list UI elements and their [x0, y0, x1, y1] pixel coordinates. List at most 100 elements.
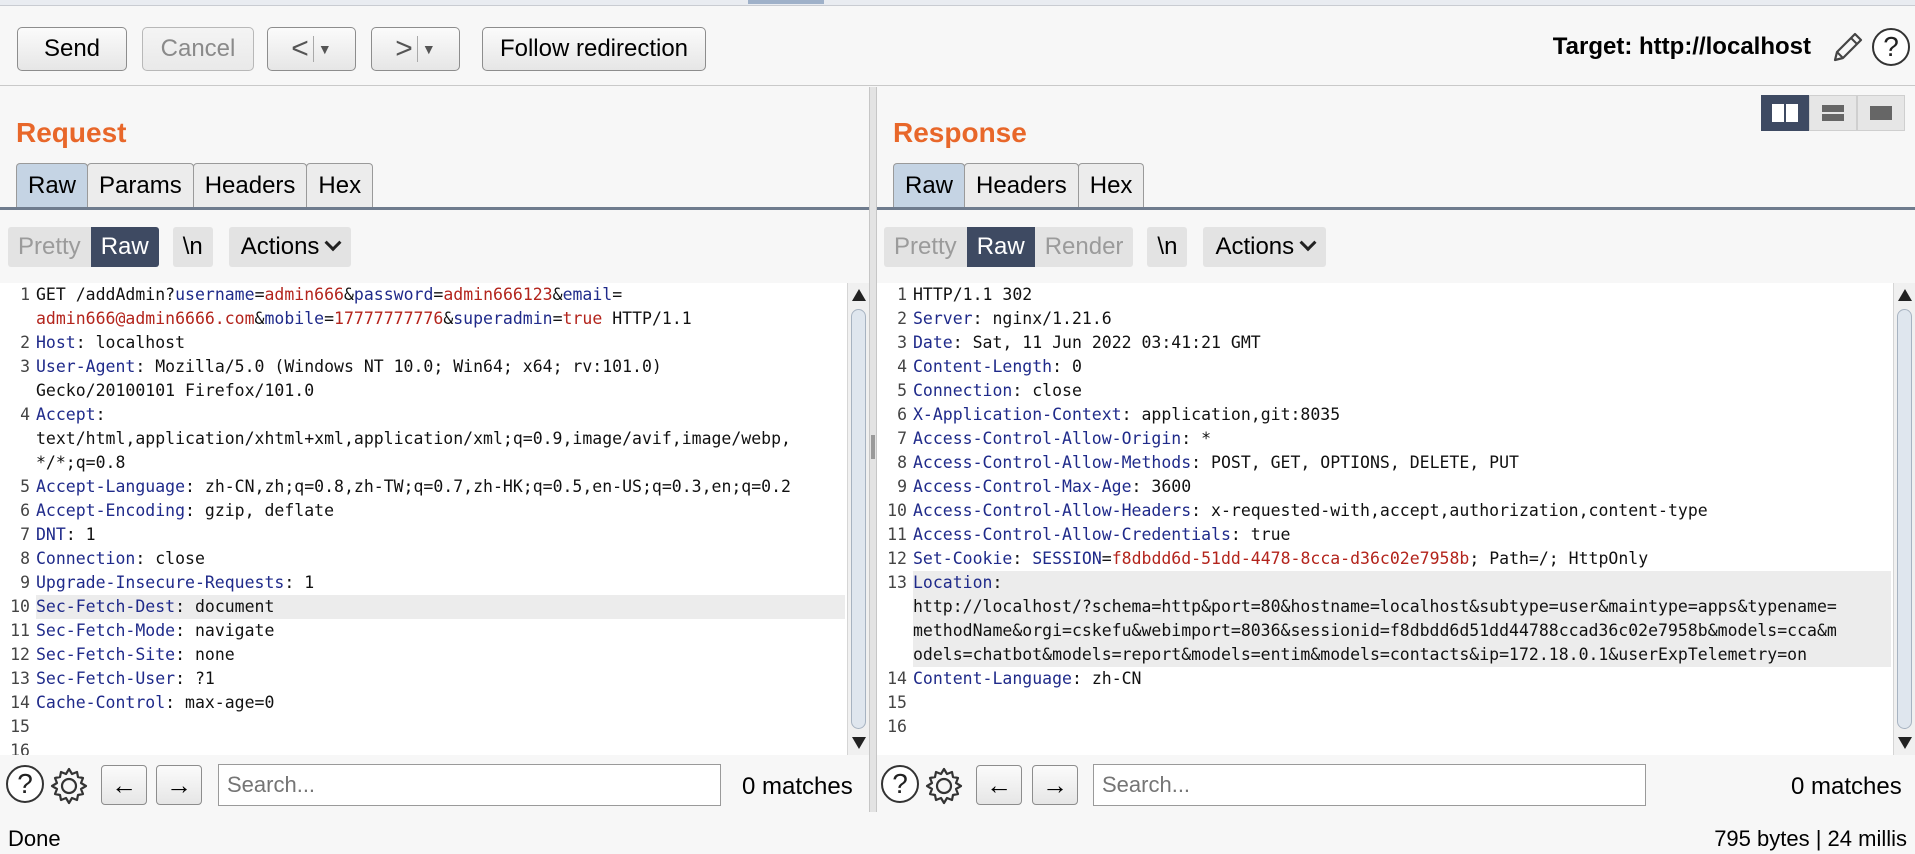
code-line: 14 Content-Language: zh-CN: [887, 669, 1142, 688]
code-line: 10 Access-Control-Allow-Headers: x-reques…: [887, 501, 1708, 520]
layout-side-by-side-button[interactable]: [1761, 95, 1809, 131]
response-title: Response: [893, 117, 1027, 148]
repeater-toolbar: Send Cancel < ▼ > ▼ Follow redirection T…: [0, 6, 1915, 86]
response-tab-hex[interactable]: Hex: [1077, 163, 1145, 207]
request-view-bar: Pretty Raw \n Actions: [8, 227, 352, 267]
request-search-bar: ? ← → 0 matches: [0, 761, 869, 809]
arrow-left-icon: ←: [986, 769, 1012, 800]
request-actions-menu[interactable]: Actions: [228, 227, 352, 267]
code-line: 11 Sec-Fetch-Mode: navigate: [10, 621, 275, 640]
tab-underline: [877, 207, 1915, 210]
edit-target-pencil-icon[interactable]: [1829, 30, 1865, 66]
response-match-count: 0 matches: [1791, 773, 1902, 800]
request-pretty-toggle[interactable]: Pretty: [8, 227, 91, 267]
target-label: Target: http://localhost: [1552, 33, 1811, 60]
response-lines: 1 HTTP/1.1 302 2 Server: nginx/1.21.6 3 Dat…: [877, 283, 1891, 755]
code-line: 6 X-Application-Context: application,git:…: [897, 405, 1341, 424]
request-panel: Request Raw Params Headers Hex Pretty Ra…: [0, 87, 869, 812]
help-icon[interactable]: ?: [881, 765, 919, 803]
code-line: 15: [887, 693, 907, 712]
layout-single-button[interactable]: [1857, 95, 1905, 131]
request-newline-toggle[interactable]: \n: [172, 227, 213, 267]
active-tab-indicator: [748, 0, 824, 4]
cancel-button[interactable]: Cancel: [142, 27, 254, 71]
response-actions-menu[interactable]: Actions: [1203, 227, 1327, 267]
tab-underline: [0, 207, 869, 210]
back-history-button[interactable]: < ▼: [267, 27, 356, 71]
request-tab-headers[interactable]: Headers: [192, 163, 308, 207]
send-button[interactable]: Send: [17, 27, 127, 71]
arrow-right-icon: →: [166, 769, 192, 800]
splitter-grip[interactable]: [871, 435, 875, 459]
code-line: 9 Upgrade-Insecure-Requests: 1: [20, 573, 315, 592]
response-tab-raw[interactable]: Raw: [893, 163, 966, 207]
request-lines: 1 GET /addAdmin?username=admin666&passwor…: [0, 283, 845, 755]
code-line: 2 Host: localhost: [20, 333, 186, 352]
request-raw-toggle[interactable]: Raw: [90, 227, 159, 267]
response-render-toggle[interactable]: Render: [1034, 227, 1134, 267]
code-line: 4 Content-Length: 0: [897, 357, 1082, 376]
response-view-bar: Pretty Raw Render \n Actions: [884, 227, 1327, 267]
scroll-up-arrow-icon[interactable]: [1898, 289, 1912, 301]
next-match-button[interactable]: →: [156, 765, 202, 805]
code-line: 4 Accept: text/html,application/xhtml+xml…: [20, 405, 791, 472]
layout-stacked-button[interactable]: [1809, 95, 1857, 131]
code-line: 3 User-Agent: Mozilla/5.0 (Windows NT 10.…: [20, 357, 662, 400]
code-line: 16: [887, 717, 907, 736]
response-newline-toggle[interactable]: \n: [1147, 227, 1188, 267]
scroll-up-arrow-icon[interactable]: [852, 289, 866, 301]
layout-toggle-group: [1761, 95, 1905, 131]
help-icon[interactable]: ?: [6, 765, 44, 803]
response-view-toggle: Pretty Raw Render: [884, 227, 1134, 267]
code-line: 8 Access-Control-Allow-Methods: POST, GET…: [897, 453, 1519, 472]
code-line: 8 Connection: close: [20, 549, 205, 568]
code-line: 15: [10, 717, 30, 736]
help-icon[interactable]: ?: [1872, 28, 1910, 66]
response-raw-toggle[interactable]: Raw: [966, 227, 1035, 267]
code-line-highlighted: 13 Location: http://localhost/?schema=htt…: [877, 571, 1891, 667]
gear-icon[interactable]: [923, 765, 965, 807]
chevron-down-icon: [1299, 234, 1317, 252]
previous-match-button[interactable]: ←: [976, 765, 1022, 805]
gear-icon[interactable]: [48, 765, 90, 807]
code-line: 13 Sec-Fetch-User: ?1: [10, 669, 215, 688]
chevron-down-icon: [324, 234, 342, 252]
follow-redirection-button[interactable]: Follow redirection: [482, 27, 706, 71]
code-line: 1 GET /addAdmin?username=admin666&passwor…: [20, 285, 692, 328]
actions-label: Actions: [240, 233, 320, 260]
arrow-right-icon: →: [1042, 769, 1068, 800]
scroll-down-arrow-icon[interactable]: [1898, 737, 1912, 749]
forward-history-button[interactable]: > ▼: [371, 27, 460, 71]
status-bar: Done 795 bytes | 24 millis: [0, 818, 1915, 854]
scroll-thumb[interactable]: [1897, 309, 1912, 729]
response-pretty-toggle[interactable]: Pretty: [884, 227, 967, 267]
code-line: 5 Connection: close: [897, 381, 1082, 400]
scroll-down-arrow-icon[interactable]: [852, 737, 866, 749]
scroll-thumb[interactable]: [851, 309, 866, 729]
request-tabs: Raw Params Headers Hex: [16, 163, 374, 207]
response-tab-headers[interactable]: Headers: [964, 163, 1079, 207]
response-editor[interactable]: 1 HTTP/1.1 302 2 Server: nginx/1.21.6 3 Dat…: [877, 283, 1915, 755]
next-match-button[interactable]: →: [1032, 765, 1078, 805]
request-view-toggle: Pretty Raw: [8, 227, 159, 267]
request-title: Request: [16, 117, 127, 148]
dropdown-arrow-icon: ▼: [421, 41, 436, 57]
request-tab-raw[interactable]: Raw: [16, 163, 89, 207]
code-line: 12 Sec-Fetch-Site: none: [10, 645, 235, 664]
response-search-bar: ? ← → 0 matches: [877, 761, 1915, 809]
previous-match-button[interactable]: ←: [101, 765, 147, 805]
request-search-input[interactable]: [218, 764, 721, 806]
panel-splitter[interactable]: [869, 87, 877, 812]
code-line: 16: [10, 741, 30, 755]
request-tab-hex[interactable]: Hex: [306, 163, 374, 207]
rows-icon: [1822, 105, 1844, 121]
code-line: 12 Set-Cookie: SESSION=f8dbdd6d-51dd-4478…: [887, 549, 1649, 568]
request-tab-params[interactable]: Params: [87, 163, 194, 207]
request-scrollbar[interactable]: [847, 283, 869, 755]
request-editor[interactable]: 1 GET /addAdmin?username=admin666&passwor…: [0, 283, 869, 755]
response-search-input[interactable]: [1093, 764, 1646, 806]
code-line: 3 Date: Sat, 11 Jun 2022 03:41:21 GMT: [897, 333, 1261, 352]
response-scrollbar[interactable]: [1893, 283, 1915, 755]
code-line: 2 Server: nginx/1.21.6: [897, 309, 1112, 328]
response-panel: Response Raw Headers Hex Pretty Raw Rend…: [877, 87, 1915, 812]
